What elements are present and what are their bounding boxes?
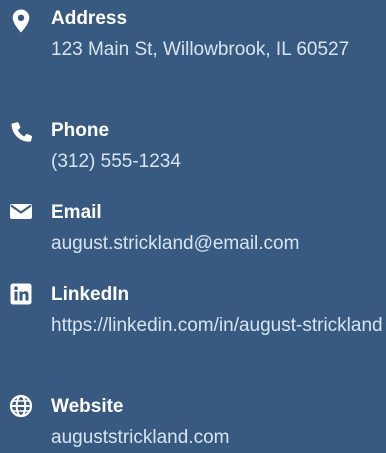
envelope-icon [8,198,34,224]
address-label: Address [51,8,128,29]
linkedin-label: LinkedIn [51,284,130,305]
phone-value: (312) 555-1234 [51,151,181,172]
globe-icon [8,393,34,419]
linkedin-value: https://linkedin.com/in/august-stricklan… [51,315,383,336]
website-label: Website [51,396,124,417]
address-value: 123 Main St, Willowbrook, IL 60527 [51,39,350,60]
contact-info-panel: Address 123 Main St, Willowbrook, IL 605… [0,0,386,450]
email-value: august.strickland@email.com [51,233,300,254]
website-value: auguststrickland.com [51,427,230,448]
phone-icon [8,120,34,146]
email-label: Email [51,202,102,223]
phone-label: Phone [51,120,110,141]
location-pin-icon [8,8,34,34]
linkedin-icon [8,281,34,307]
